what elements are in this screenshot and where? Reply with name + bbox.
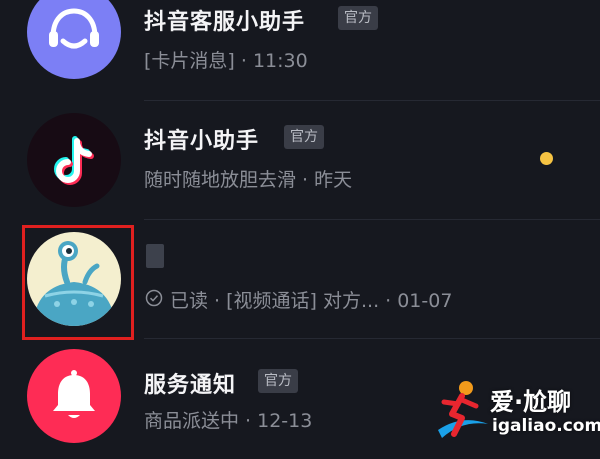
- official-badge: 官方: [284, 125, 324, 149]
- tiktok-logo-icon: [54, 136, 94, 185]
- conversation-title: 服务通知: [144, 373, 237, 398]
- conversation-preview: [卡片消息] · 11:30: [144, 50, 308, 72]
- avatar[interactable]: [27, 113, 121, 207]
- contact-name-blurred: [146, 244, 164, 268]
- conversation-item-douyin-assistant[interactable]: 抖音小助手 官方 随时随地放胆去滑 · 昨天: [0, 100, 600, 220]
- read-check-icon: [145, 289, 163, 307]
- bell-icon: [53, 370, 95, 418]
- conversation-preview: 商品派送中 · 12-13: [144, 410, 313, 432]
- official-badge: 官方: [338, 6, 378, 30]
- unread-indicator: [540, 152, 553, 165]
- conversation-preview: 随时随地放胆去滑 · 昨天: [144, 169, 353, 191]
- avatar[interactable]: [27, 349, 121, 443]
- conversation-item-customer-service[interactable]: 抖音客服小助手 官方 [卡片消息] · 11:30: [0, 0, 600, 100]
- conversation-title: 抖音小助手: [144, 129, 260, 154]
- watermark-url: igaliao.com: [492, 416, 600, 436]
- watermark-brand: 爱·尬聊: [490, 388, 572, 416]
- runner-logo-icon: [438, 381, 488, 438]
- headset-smile-icon: [49, 8, 99, 49]
- highlight-box: [22, 225, 134, 340]
- watermark: 爱·尬聊 igaliao.com: [432, 372, 600, 450]
- conversation-preview: 已读 · [视频通话] 对方... · 01-07: [170, 290, 453, 312]
- official-badge: 官方: [258, 369, 298, 393]
- avatar[interactable]: [27, 0, 121, 79]
- conversation-title: 抖音客服小助手: [144, 10, 306, 35]
